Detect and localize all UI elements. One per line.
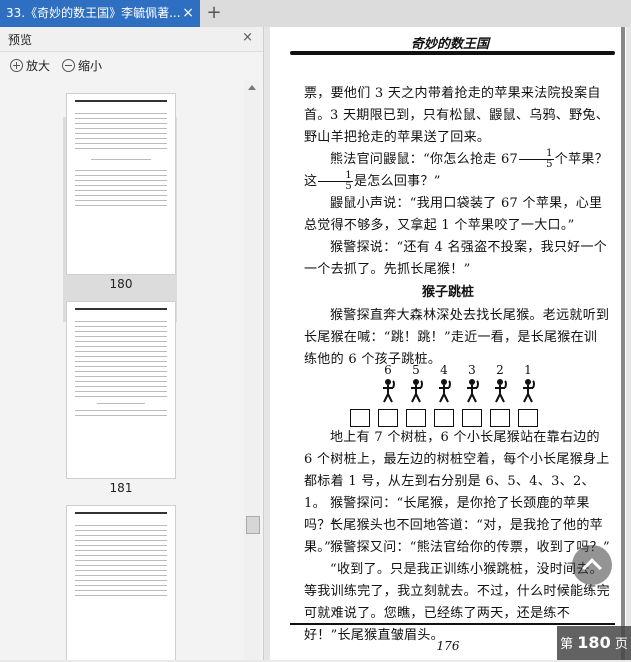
- fraction-denominator: 5: [345, 181, 352, 192]
- page-indicator-badge: 第 180 页: [557, 626, 631, 660]
- zoom-toolbar: 放大 缩小: [0, 52, 263, 80]
- monkey-stumps-figure: 6 5 4 3 2 1: [350, 363, 550, 427]
- thumbnail-header: [75, 100, 167, 109]
- thumbnail-label: 181: [109, 481, 133, 495]
- monkey-figure-icon: [439, 379, 451, 403]
- tab-document[interactable]: 33.《奇妙的数王国》李毓佩著... ×: [0, 0, 200, 27]
- tree-stump: [490, 409, 510, 427]
- page-edge-shadow: [621, 27, 625, 660]
- zoom-in-label: 放大: [26, 59, 51, 73]
- scroll-thumb[interactable]: [246, 516, 260, 534]
- page-indicator-prefix: 第: [560, 637, 574, 652]
- section-title: 猴子跳桩: [421, 285, 474, 300]
- zoom-in-button[interactable]: 放大: [10, 57, 50, 74]
- monkey-number: 4: [440, 363, 448, 377]
- thumbnail-page-181[interactable]: [66, 301, 176, 479]
- thumbnail-page-182[interactable]: [66, 505, 176, 660]
- thumbnail-scrollbar[interactable]: [244, 81, 260, 660]
- preview-sidebar: 预览 × 放大 缩小 180 181: [0, 27, 264, 660]
- zoom-out-label: 缩小: [78, 59, 103, 73]
- paragraph: 猴警探又问：“熊法官给你的传票，收到了吗？”: [330, 540, 610, 555]
- text-run: 是怎么回事？”: [353, 174, 441, 189]
- paragraph-with-fractions: 熊法官问鼹鼠：“你怎么抢走 67 1 5 个苹果？这 1 5 是怎么回事？”: [304, 149, 610, 193]
- page-indicator-suffix: 页: [614, 637, 628, 652]
- monkey-number: 2: [496, 363, 504, 377]
- sidebar-close-icon[interactable]: ×: [242, 30, 253, 45]
- monkey-figure-icon: [523, 379, 535, 403]
- thumbnail-header: [75, 308, 167, 317]
- tree-stump: [378, 409, 398, 427]
- monkey-figure-icon: [383, 379, 395, 403]
- tab-close-icon[interactable]: ×: [182, 0, 194, 27]
- monkey-number: 3: [468, 363, 476, 377]
- monkey-number: 6: [384, 363, 392, 377]
- tree-stump: [518, 409, 538, 427]
- monkey-figure-icon: [467, 379, 479, 403]
- sidebar-title: 预览: [8, 33, 33, 47]
- tree-stump: [406, 409, 426, 427]
- fraction: 15: [519, 149, 554, 170]
- page-indicator-number: 180: [577, 633, 611, 652]
- scroll-up-icon[interactable]: [248, 85, 256, 90]
- thumbnail-page-180[interactable]: [66, 93, 176, 275]
- tree-stump: [350, 409, 370, 427]
- monkey-figure-icon: [411, 379, 423, 403]
- tab-title: 33.《奇妙的数王国》李毓佩著...: [6, 6, 181, 20]
- tree-stump: [434, 409, 454, 427]
- header-rule: [290, 51, 615, 55]
- paragraph: 猴警探直奔大森林深处去找长尾猴。老远就听到长尾猴在喊：“跳！跳！”走近一看，是长…: [304, 308, 610, 367]
- footer-rule: [290, 623, 615, 625]
- tab-bar: 33.《奇妙的数王国》李毓佩著... × +: [0, 0, 631, 27]
- thumbnail-list: 180 181: [0, 81, 244, 660]
- sidebar-header: 预览 ×: [0, 27, 263, 52]
- tree-stump: [462, 409, 482, 427]
- paragraph: 猴警探说：“还有 4 名强盗不投案，我只好一个一个去抓了。先抓长尾猴！”: [304, 240, 608, 277]
- new-tab-icon[interactable]: +: [206, 0, 222, 27]
- paragraph: 3 天期限已到，只有松鼠、鼹鼠、乌鸦、野兔、野山羊把抢走的苹果送了回来。: [304, 108, 610, 145]
- zoom-out-button[interactable]: 缩小: [62, 57, 102, 74]
- running-head: 奇妙的数王国: [410, 37, 489, 52]
- monkey-number: 1: [524, 363, 532, 377]
- monkey-figure-icon: [495, 379, 507, 403]
- zoom-in-icon: [10, 59, 23, 72]
- thumbnail-label: 180: [109, 277, 133, 291]
- back-to-top-button[interactable]: [572, 545, 612, 585]
- text-run: 熊法官问鼹鼠：“你怎么抢走 67: [330, 152, 519, 167]
- fraction-denominator: 5: [546, 159, 553, 170]
- monkey-number: 5: [412, 363, 420, 377]
- fraction: 15: [318, 171, 353, 192]
- zoom-out-icon: [62, 59, 75, 72]
- paragraph: 鼹鼠小声说：“我用口袋装了 67 个苹果，心里总觉得不够多，又拿起 1 个苹果咬…: [304, 196, 603, 233]
- thumbnail-header: [75, 512, 167, 521]
